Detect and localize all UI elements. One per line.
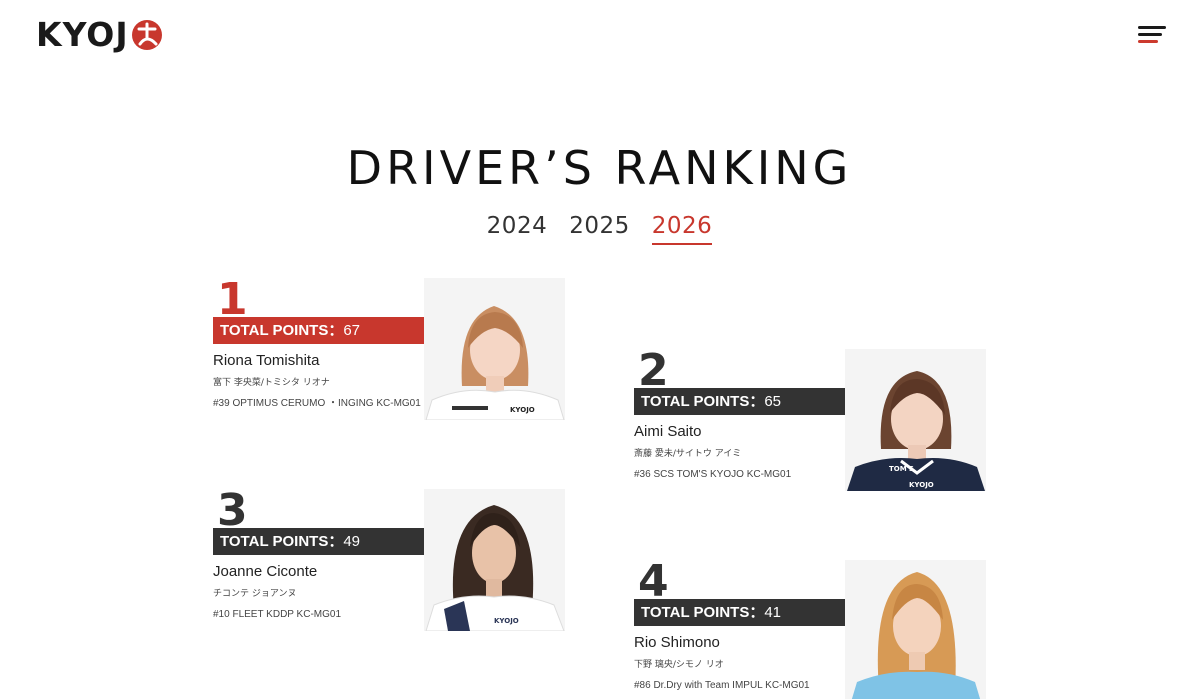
rank-number: 4 xyxy=(638,556,669,607)
logo-emblem-icon xyxy=(131,20,162,50)
driver-card-3[interactable]: 3 TOTAL POINTS：49 Joanne Ciconte チコンテ ジョ… xyxy=(213,489,565,631)
total-points-value: 65 xyxy=(764,393,782,410)
driver-name: Rio Shimono xyxy=(634,634,720,651)
tab-2026[interactable]: 2026 xyxy=(651,212,713,245)
tab-2024[interactable]: 2024 xyxy=(487,212,548,245)
driver-name: Joanne Ciconte xyxy=(213,563,318,580)
driver-name-kana: 富下 李央菜/トミシタ リオナ xyxy=(213,378,330,388)
total-points-band: TOTAL POINTS：41 xyxy=(634,599,845,626)
driver-card-1[interactable]: 1 TOTAL POINTS：67 Riona Tomishita 富下 李央菜… xyxy=(213,278,565,420)
driver-team: #10 FLEET KDDP KC-MG01 xyxy=(213,609,342,620)
svg-text:KYOJO: KYOJO xyxy=(909,481,934,489)
total-points-value: 41 xyxy=(764,604,782,621)
total-points-value: 67 xyxy=(343,322,361,339)
tab-2025[interactable]: 2025 xyxy=(569,212,630,245)
total-points-band: TOTAL POINTS：49 xyxy=(213,528,424,555)
logo-wordmark: KYOJ xyxy=(36,15,129,54)
driver-name-kana: チコンテ ジョアンヌ xyxy=(213,589,297,599)
svg-text:TOM'S: TOM'S xyxy=(889,465,914,473)
svg-text:KYOJO: KYOJO xyxy=(494,617,519,625)
total-points-value: 49 xyxy=(343,533,361,550)
driver-photo[interactable] xyxy=(845,560,986,699)
driver-photo[interactable]: KYOJO xyxy=(424,489,565,631)
driver-photo[interactable]: TOM'S KYOJO xyxy=(845,349,986,491)
total-points-label: TOTAL POINTS： xyxy=(220,533,344,550)
driver-card-2[interactable]: 2 TOTAL POINTS：65 Aimi Saito 斎藤 愛未/サイトウ … xyxy=(634,349,986,491)
driver-name-kana: 斎藤 愛未/サイトウ アイミ xyxy=(634,449,742,459)
kyojo-logo[interactable]: KYOJ xyxy=(36,18,164,52)
driver-photo[interactable]: KYOJO xyxy=(424,278,565,420)
hamburger-menu-icon[interactable] xyxy=(1138,26,1168,46)
driver-name-kana: 下野 璃央/シモノ リオ xyxy=(634,660,724,670)
rank-number: 2 xyxy=(638,345,669,396)
svg-text:KYOJO: KYOJO xyxy=(510,406,535,414)
driver-team: #39 OPTIMUS CERUMO ・INGING KC-MG01 xyxy=(213,398,421,409)
total-points-label: TOTAL POINTS： xyxy=(220,322,344,339)
rank-number: 1 xyxy=(217,274,248,325)
total-points-band: TOTAL POINTS：67 xyxy=(213,317,424,344)
total-points-label: TOTAL POINTS： xyxy=(641,604,765,621)
page-title: DRIVER’S RANKING xyxy=(346,141,853,195)
driver-team: #86 Dr.Dry with Team IMPUL KC-MG01 xyxy=(634,680,810,691)
driver-name: Aimi Saito xyxy=(634,423,702,440)
driver-name: Riona Tomishita xyxy=(213,352,320,369)
rank-number: 3 xyxy=(217,485,248,536)
driver-card-4[interactable]: 4 TOTAL POINTS：41 Rio Shimono 下野 璃央/シモノ … xyxy=(634,560,986,699)
driver-team: #36 SCS TOM'S KYOJO KC-MG01 xyxy=(634,469,792,480)
total-points-band: TOTAL POINTS：65 xyxy=(634,388,845,415)
total-points-label: TOTAL POINTS： xyxy=(641,393,765,410)
year-tabs: 2024 2025 2026 xyxy=(0,212,1199,245)
